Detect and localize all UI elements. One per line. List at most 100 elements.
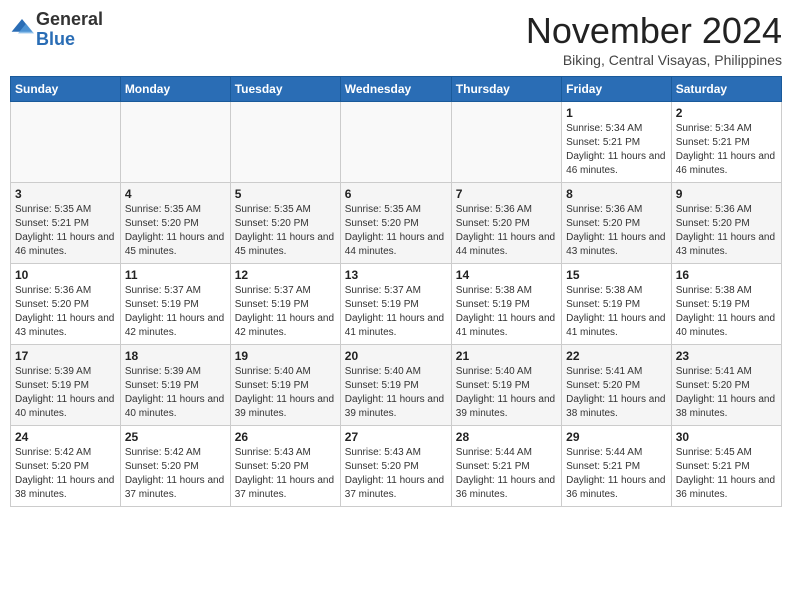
day-number: 26 <box>235 430 336 444</box>
day-info: Sunrise: 5:34 AM Sunset: 5:21 PM Dayligh… <box>676 122 777 178</box>
day-info: Sunrise: 5:38 AM Sunset: 5:19 PM Dayligh… <box>456 284 557 340</box>
day-info: Sunrise: 5:36 AM Sunset: 5:20 PM Dayligh… <box>676 203 777 259</box>
calendar-cell: 7 Sunrise: 5:36 AM Sunset: 5:20 PM Daylig… <box>451 183 561 264</box>
day-info: Sunrise: 5:43 AM Sunset: 5:20 PM Dayligh… <box>235 446 336 502</box>
day-number: 25 <box>125 430 226 444</box>
day-info: Sunrise: 5:37 AM Sunset: 5:19 PM Dayligh… <box>125 284 226 340</box>
day-number: 16 <box>676 268 777 282</box>
day-number: 24 <box>15 430 116 444</box>
calendar-cell: 25 Sunrise: 5:42 AM Sunset: 5:20 PM Dayli… <box>120 426 230 507</box>
day-info: Sunrise: 5:35 AM Sunset: 5:20 PM Dayligh… <box>345 203 447 259</box>
weekday-header-tuesday: Tuesday <box>230 77 340 102</box>
calendar-cell: 22 Sunrise: 5:41 AM Sunset: 5:20 PM Dayli… <box>562 345 672 426</box>
day-info: Sunrise: 5:38 AM Sunset: 5:19 PM Dayligh… <box>676 284 777 340</box>
day-number: 18 <box>125 349 226 363</box>
day-number: 13 <box>345 268 447 282</box>
day-number: 3 <box>15 187 116 201</box>
day-number: 12 <box>235 268 336 282</box>
calendar-cell: 6 Sunrise: 5:35 AM Sunset: 5:20 PM Daylig… <box>340 183 451 264</box>
day-number: 29 <box>566 430 667 444</box>
day-number: 11 <box>125 268 226 282</box>
weekday-header-row: SundayMondayTuesdayWednesdayThursdayFrid… <box>11 77 782 102</box>
weekday-header-wednesday: Wednesday <box>340 77 451 102</box>
calendar-cell: 18 Sunrise: 5:39 AM Sunset: 5:19 PM Dayli… <box>120 345 230 426</box>
calendar-cell: 19Sunrise: 5:40 AM Sunset: 5:19 PM Dayli… <box>230 345 340 426</box>
day-info: Sunrise: 5:36 AM Sunset: 5:20 PM Dayligh… <box>566 203 667 259</box>
day-number: 1 <box>566 106 667 120</box>
day-number: 22 <box>566 349 667 363</box>
day-info: Sunrise: 5:35 AM Sunset: 5:20 PM Dayligh… <box>125 203 226 259</box>
calendar-cell: 10 Sunrise: 5:36 AM Sunset: 5:20 PM Dayli… <box>11 264 121 345</box>
calendar-week-row: 10 Sunrise: 5:36 AM Sunset: 5:20 PM Dayli… <box>11 264 782 345</box>
calendar-week-row: 17 Sunrise: 5:39 AM Sunset: 5:19 PM Dayli… <box>11 345 782 426</box>
calendar-cell: 15Sunrise: 5:38 AM Sunset: 5:19 PM Dayli… <box>562 264 672 345</box>
calendar-cell <box>230 102 340 183</box>
calendar-cell: 13 Sunrise: 5:37 AM Sunset: 5:19 PM Dayli… <box>340 264 451 345</box>
day-info: Sunrise: 5:35 AM Sunset: 5:20 PM Dayligh… <box>235 203 336 259</box>
day-number: 14 <box>456 268 557 282</box>
calendar-cell: 27 Sunrise: 5:43 AM Sunset: 5:20 PM Dayli… <box>340 426 451 507</box>
logo-general-text: General <box>36 9 103 29</box>
title-block: November 2024 Biking, Central Visayas, P… <box>526 10 782 68</box>
day-number: 8 <box>566 187 667 201</box>
day-info: Sunrise: 5:43 AM Sunset: 5:20 PM Dayligh… <box>345 446 447 502</box>
weekday-header-sunday: Sunday <box>11 77 121 102</box>
weekday-header-thursday: Thursday <box>451 77 561 102</box>
calendar-week-row: 1 Sunrise: 5:34 AM Sunset: 5:21 PM Daylig… <box>11 102 782 183</box>
logo-blue-text: Blue <box>36 29 75 49</box>
calendar-cell: 12Sunrise: 5:37 AM Sunset: 5:19 PM Dayli… <box>230 264 340 345</box>
calendar-cell: 2 Sunrise: 5:34 AM Sunset: 5:21 PM Daylig… <box>671 102 781 183</box>
weekday-header-monday: Monday <box>120 77 230 102</box>
calendar-cell: 11 Sunrise: 5:37 AM Sunset: 5:19 PM Dayli… <box>120 264 230 345</box>
page-header: General Blue November 2024 Biking, Centr… <box>10 10 782 68</box>
calendar-cell <box>451 102 561 183</box>
logo-icon <box>10 17 34 37</box>
day-info: Sunrise: 5:36 AM Sunset: 5:20 PM Dayligh… <box>15 284 116 340</box>
calendar-cell: 14 Sunrise: 5:38 AM Sunset: 5:19 PM Dayli… <box>451 264 561 345</box>
day-number: 2 <box>676 106 777 120</box>
day-info: Sunrise: 5:42 AM Sunset: 5:20 PM Dayligh… <box>125 446 226 502</box>
calendar-cell: 26 Sunrise: 5:43 AM Sunset: 5:20 PM Dayli… <box>230 426 340 507</box>
weekday-header-saturday: Saturday <box>671 77 781 102</box>
calendar-cell: 30 Sunrise: 5:45 AM Sunset: 5:21 PM Dayli… <box>671 426 781 507</box>
day-info: Sunrise: 5:41 AM Sunset: 5:20 PM Dayligh… <box>676 365 777 421</box>
day-info: Sunrise: 5:36 AM Sunset: 5:20 PM Dayligh… <box>456 203 557 259</box>
day-number: 27 <box>345 430 447 444</box>
calendar-cell <box>11 102 121 183</box>
month-year-title: November 2024 <box>526 10 782 52</box>
day-number: 30 <box>676 430 777 444</box>
day-number: 17 <box>15 349 116 363</box>
day-number: 9 <box>676 187 777 201</box>
day-info: Sunrise: 5:40 AM Sunset: 5:19 PM Dayligh… <box>456 365 557 421</box>
day-info: Sunrise: 5:37 AM Sunset: 5:19 PM Dayligh… <box>345 284 447 340</box>
day-info: Sunrise: 5:34 AM Sunset: 5:21 PM Dayligh… <box>566 122 667 178</box>
logo: General Blue <box>10 10 103 50</box>
calendar-week-row: 3 Sunrise: 5:35 AM Sunset: 5:21 PM Daylig… <box>11 183 782 264</box>
day-info: Sunrise: 5:35 AM Sunset: 5:21 PM Dayligh… <box>15 203 116 259</box>
calendar-cell: 3 Sunrise: 5:35 AM Sunset: 5:21 PM Daylig… <box>11 183 121 264</box>
calendar-cell: 8 Sunrise: 5:36 AM Sunset: 5:20 PM Daylig… <box>562 183 672 264</box>
day-number: 10 <box>15 268 116 282</box>
calendar-cell <box>340 102 451 183</box>
calendar-cell: 29 Sunrise: 5:44 AM Sunset: 5:21 PM Dayli… <box>562 426 672 507</box>
day-info: Sunrise: 5:40 AM Sunset: 5:19 PM Dayligh… <box>345 365 447 421</box>
day-info: Sunrise: 5:44 AM Sunset: 5:21 PM Dayligh… <box>566 446 667 502</box>
day-info: Sunrise: 5:40 AM Sunset: 5:19 PM Dayligh… <box>235 365 336 421</box>
day-number: 20 <box>345 349 447 363</box>
day-number: 6 <box>345 187 447 201</box>
calendar-cell: 24 Sunrise: 5:42 AM Sunset: 5:20 PM Dayli… <box>11 426 121 507</box>
calendar-week-row: 24 Sunrise: 5:42 AM Sunset: 5:20 PM Dayli… <box>11 426 782 507</box>
day-number: 4 <box>125 187 226 201</box>
day-number: 7 <box>456 187 557 201</box>
day-info: Sunrise: 5:41 AM Sunset: 5:20 PM Dayligh… <box>566 365 667 421</box>
calendar-cell: 17Sunrise: 5:39 AM Sunset: 5:19 PM Dayli… <box>11 345 121 426</box>
day-info: Sunrise: 5:42 AM Sunset: 5:20 PM Dayligh… <box>15 446 116 502</box>
day-info: Sunrise: 5:39 AM Sunset: 5:19 PM Dayligh… <box>125 365 226 421</box>
calendar-cell: 16 Sunrise: 5:38 AM Sunset: 5:19 PM Dayli… <box>671 264 781 345</box>
calendar-cell: 28Sunrise: 5:44 AM Sunset: 5:21 PM Dayli… <box>451 426 561 507</box>
calendar-cell: 1 Sunrise: 5:34 AM Sunset: 5:21 PM Daylig… <box>562 102 672 183</box>
location-subtitle: Biking, Central Visayas, Philippines <box>526 52 782 68</box>
day-info: Sunrise: 5:45 AM Sunset: 5:21 PM Dayligh… <box>676 446 777 502</box>
day-number: 23 <box>676 349 777 363</box>
day-number: 5 <box>235 187 336 201</box>
